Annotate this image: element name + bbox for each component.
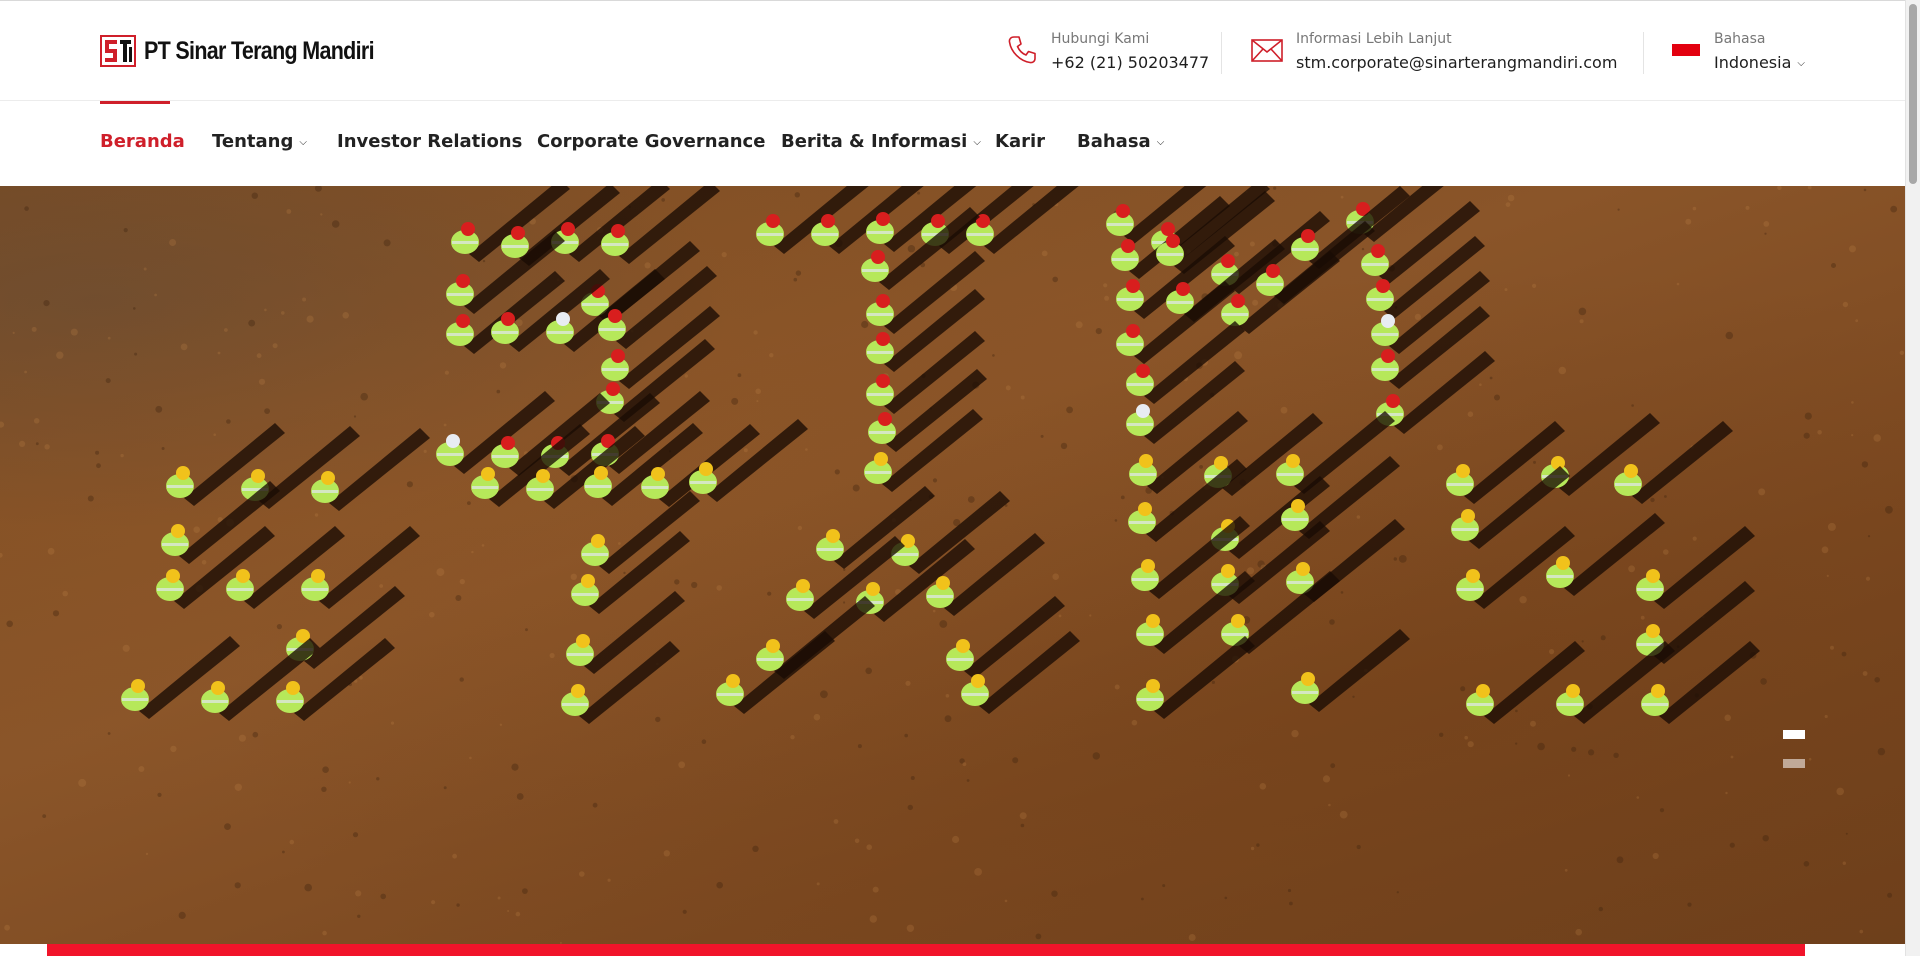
brand-name: PT Sinar Terang Mandiri: [144, 36, 375, 65]
stm-logo-icon: [100, 35, 136, 67]
nav-corporate-governance[interactable]: Corporate Governance: [537, 129, 765, 155]
contact-email-label: Informasi Lebih Lanjut: [1296, 31, 1452, 47]
language-label: Bahasa: [1714, 31, 1766, 47]
contact-phone[interactable]: Hubungi Kami +62 (21) 50203477: [1005, 30, 1209, 75]
worker-figure: [1291, 629, 1410, 712]
chevron-down-icon: ⌵: [299, 137, 307, 148]
indonesia-flag-icon: [1672, 44, 1700, 56]
nav-karir[interactable]: Karir: [995, 129, 1045, 155]
phone-icon: [1008, 36, 1036, 64]
nav-berita-informasi[interactable]: Berita & Informasi ⌵: [781, 129, 981, 156]
envelope-icon: [1251, 39, 1283, 62]
chevron-down-icon: ⌵: [973, 137, 981, 148]
contact-email[interactable]: Informasi Lebih Lanjut stm.corporate@sin…: [1250, 30, 1617, 75]
worker-figure: [581, 491, 700, 574]
hero-image: [0, 186, 1905, 944]
contact-phone-label: Hubungi Kami: [1051, 31, 1150, 47]
nav-tentang[interactable]: Tentang ⌵: [212, 129, 307, 156]
nav-bahasa[interactable]: Bahasa ⌵: [1077, 129, 1164, 156]
nav-tentang-label: Tentang: [212, 131, 294, 152]
slider-pagination: [1783, 730, 1805, 788]
divider: [1643, 32, 1644, 74]
language-selector[interactable]: Bahasa Indonesia ⌵: [1672, 30, 1805, 76]
worker-figure: [756, 186, 869, 254]
divider: [1221, 32, 1222, 74]
nav-berita-label: Berita & Informasi: [781, 131, 968, 152]
contact-phone-value[interactable]: +62 (21) 50203477: [1051, 51, 1209, 75]
progress-segment: [47, 946, 335, 956]
brand-logo[interactable]: PT Sinar Terang Mandiri: [100, 32, 411, 70]
worker-figure: [601, 186, 720, 264]
nav-beranda[interactable]: Beranda: [100, 129, 185, 155]
language-current: Indonesia: [1714, 53, 1792, 72]
main-nav: Beranda Tentang ⌵ Investor Relations Corp…: [0, 101, 1905, 186]
top-bar: PT Sinar Terang Mandiri Hubungi Kami +62…: [0, 0, 1905, 101]
contact-email-value[interactable]: stm.corporate@sinarterangmandiri.com: [1296, 51, 1617, 75]
hero-slider[interactable]: [0, 186, 1905, 944]
page-scrollbar[interactable]: [1905, 0, 1920, 956]
slide-dot-2[interactable]: [1783, 759, 1805, 768]
worker-figure: [811, 186, 924, 254]
nav-investor-relations[interactable]: Investor Relations: [337, 129, 522, 155]
active-indicator: [100, 101, 170, 104]
slide-dot-1[interactable]: [1783, 730, 1805, 739]
nav-bahasa-label: Bahasa: [1077, 131, 1151, 152]
worker-figure: [1136, 636, 1255, 719]
worker-figure: [966, 186, 1079, 254]
chevron-down-icon: ⌵: [1797, 58, 1805, 69]
language-value[interactable]: Indonesia ⌵: [1714, 51, 1805, 76]
worker-figure: [311, 428, 430, 511]
scrollbar-thumb[interactable]: [1909, 4, 1917, 184]
chevron-down-icon: ⌵: [1156, 137, 1165, 148]
